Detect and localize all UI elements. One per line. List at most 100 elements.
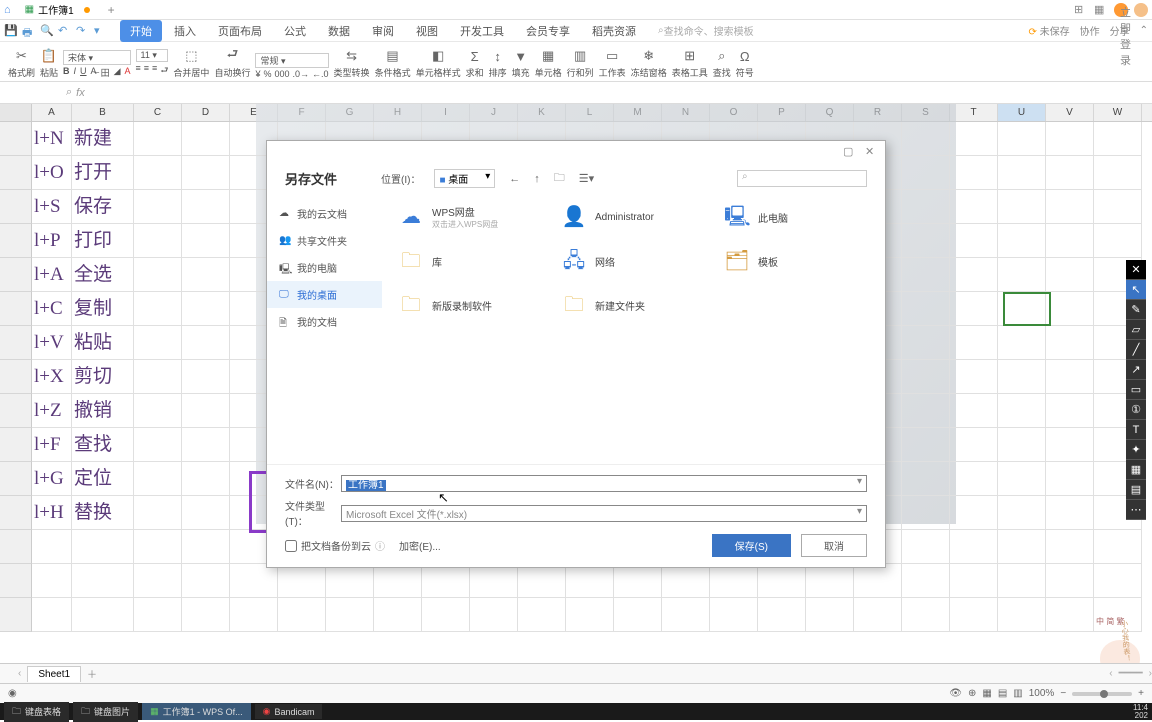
rail-line-tool-icon[interactable]: ╱ — [1126, 340, 1146, 360]
taskbar-item-1[interactable]: 🗀键盘表格 — [4, 702, 69, 722]
select-all-corner[interactable] — [0, 104, 32, 121]
cell[interactable] — [902, 156, 950, 190]
cell[interactable] — [566, 564, 614, 598]
cell[interactable] — [710, 598, 758, 632]
row-header[interactable] — [0, 462, 32, 496]
cell[interactable]: l+V — [32, 326, 72, 360]
cell[interactable] — [1094, 530, 1142, 564]
number-format-select[interactable]: 常规 ▾ — [255, 53, 328, 68]
zoom-out-icon[interactable]: − — [1060, 688, 1066, 699]
col-header-D[interactable]: D — [182, 104, 230, 121]
taskbar-item-4[interactable]: ◉Bandicam — [255, 704, 323, 719]
grp-row-col[interactable]: ▥行和列 — [565, 46, 596, 79]
taskbar-item-3[interactable]: ▦工作簿1 - WPS Of... — [142, 703, 251, 720]
cell[interactable] — [182, 156, 230, 190]
cell[interactable]: l+A — [32, 258, 72, 292]
cell[interactable] — [1046, 360, 1094, 394]
tab-dev-tools[interactable]: 开发工具 — [450, 20, 514, 42]
cancel-button[interactable]: 取消 — [801, 534, 867, 557]
cell[interactable]: 保存 — [72, 190, 134, 224]
cell[interactable] — [998, 598, 1046, 632]
cell[interactable] — [998, 564, 1046, 598]
rail-page-tool-icon[interactable]: ▤ — [1126, 480, 1146, 500]
folder-new-folder[interactable]: 🗀新建文件夹 — [557, 288, 710, 322]
cell[interactable] — [614, 598, 662, 632]
cell[interactable] — [32, 598, 72, 632]
cell[interactable] — [806, 564, 854, 598]
cell[interactable] — [182, 564, 230, 598]
dialog-maximize-icon[interactable]: ▢ — [843, 145, 857, 159]
folder-wps-cloud[interactable]: ☁ WPS网盘双击进入WPS网盘 — [394, 200, 547, 234]
align-left-icon[interactable]: ≡ — [136, 63, 141, 79]
dialog-search-input[interactable] — [737, 170, 867, 187]
cell[interactable]: l+S — [32, 190, 72, 224]
dialog-close-icon[interactable]: ✕ — [865, 145, 879, 159]
cell[interactable] — [902, 496, 950, 530]
col-header-B[interactable]: B — [72, 104, 134, 121]
cell[interactable] — [1046, 190, 1094, 224]
cell[interactable] — [422, 564, 470, 598]
qat-save-icon[interactable]: 💾 — [4, 24, 18, 38]
rail-grid-tool-icon[interactable]: ▦ — [1126, 460, 1146, 480]
cell[interactable]: 全选 — [72, 258, 134, 292]
cell[interactable] — [902, 122, 950, 156]
rail-arrowline-tool-icon[interactable]: ↗ — [1126, 360, 1146, 380]
folder-recording-software[interactable]: 🗀新版录制软件 — [394, 288, 547, 322]
cell[interactable] — [134, 428, 182, 462]
cell[interactable] — [854, 564, 902, 598]
cell[interactable] — [614, 564, 662, 598]
share-button[interactable]: 分享 — [1110, 23, 1130, 38]
zoom-in-icon[interactable]: + — [1138, 688, 1144, 699]
cell[interactable] — [1046, 530, 1094, 564]
cell[interactable] — [950, 326, 998, 360]
save-button[interactable]: 保存(S) — [712, 534, 791, 557]
strike-icon[interactable]: A̶ — [91, 66, 97, 79]
login-button[interactable]: 立即登录 — [1114, 3, 1128, 17]
cell[interactable] — [32, 564, 72, 598]
tab-view[interactable]: 视图 — [406, 20, 448, 42]
cell[interactable] — [518, 598, 566, 632]
grp-find[interactable]: ⌕查找 — [711, 46, 733, 79]
cell[interactable] — [182, 224, 230, 258]
rail-num-tool-icon[interactable]: ① — [1126, 400, 1146, 420]
grp-type-convert[interactable]: ⇆类型转换 — [332, 46, 372, 79]
cell[interactable]: 复制 — [72, 292, 134, 326]
sidebar-my-documents[interactable]: 🗎我的文档 — [267, 308, 382, 335]
sidebar-my-computer[interactable]: 🖳我的电脑 — [267, 254, 382, 281]
location-select[interactable]: ■ 桌面 — [434, 169, 495, 188]
cell[interactable]: l+F — [32, 428, 72, 462]
nav-up-icon[interactable]: ↑ — [534, 173, 540, 185]
folder-this-pc[interactable]: 🖳此电脑 — [720, 200, 873, 234]
wrap-icon[interactable]: ⮐ — [160, 63, 168, 79]
cell[interactable] — [950, 224, 998, 258]
cell[interactable] — [1046, 394, 1094, 428]
comma-icon[interactable]: 000 — [274, 69, 289, 79]
cell[interactable]: 剪切 — [72, 360, 134, 394]
nav-view-mode-icon[interactable]: ☰▾ — [579, 172, 594, 185]
dialog-main-pane[interactable]: ☁ WPS网盘双击进入WPS网盘 👤Administrator 🖳此电脑 🗀库 … — [382, 194, 885, 464]
col-header-A[interactable]: A — [32, 104, 72, 121]
cell[interactable] — [950, 394, 998, 428]
cell[interactable] — [72, 530, 134, 564]
cell[interactable]: 撤销 — [72, 394, 134, 428]
cell[interactable] — [182, 428, 230, 462]
cell[interactable] — [134, 564, 182, 598]
cell[interactable] — [326, 564, 374, 598]
tab-start[interactable]: 开始 — [120, 20, 162, 42]
cell[interactable] — [902, 428, 950, 462]
row-header[interactable] — [0, 326, 32, 360]
tab-insert[interactable]: 插入 — [164, 20, 206, 42]
sheet-scroll-left-icon[interactable]: ‹ — [1109, 668, 1112, 679]
cell[interactable] — [1046, 598, 1094, 632]
coop-button[interactable]: 协作 — [1080, 23, 1100, 38]
col-header-W[interactable]: W — [1094, 104, 1142, 121]
cell[interactable] — [134, 292, 182, 326]
cell[interactable]: l+G — [32, 462, 72, 496]
tab-member[interactable]: 会员专享 — [516, 20, 580, 42]
encrypt-link[interactable]: 加密(E)... — [399, 538, 441, 553]
cell[interactable] — [134, 598, 182, 632]
cell[interactable] — [950, 462, 998, 496]
bold-button[interactable]: B — [63, 66, 70, 79]
add-sheet-button[interactable]: ＋ — [87, 666, 97, 681]
qat-redo-icon[interactable]: ↷ — [76, 24, 90, 38]
